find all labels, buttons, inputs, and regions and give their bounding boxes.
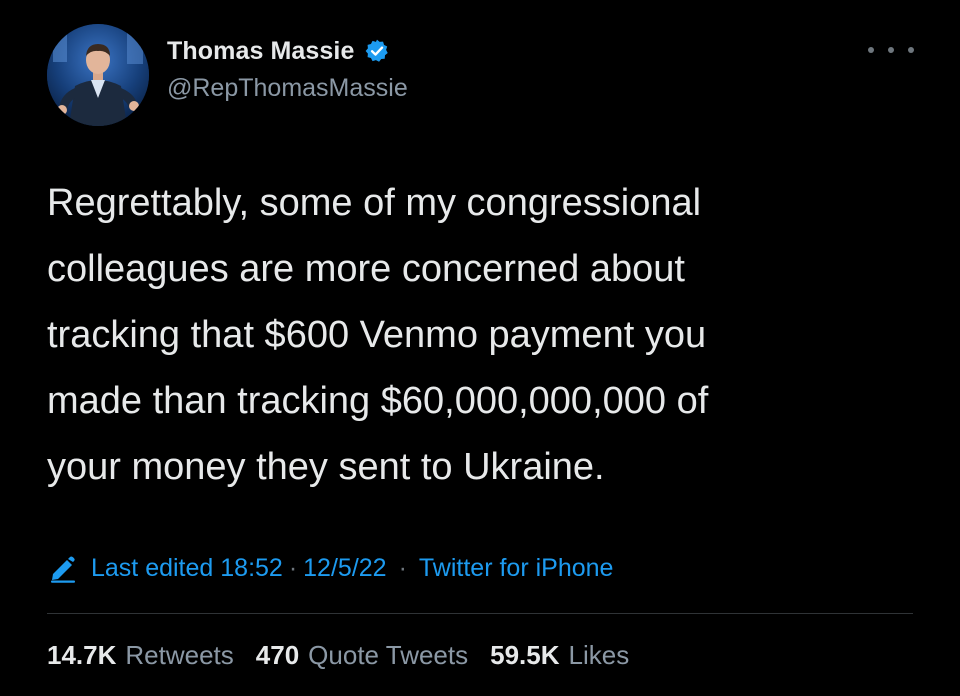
- likes-label: Likes: [568, 639, 630, 670]
- last-edited-link[interactable]: Last edited 18:52: [91, 554, 283, 583]
- tweet-detail: Thomas Massie @RepThomasMassie Regrettab…: [0, 0, 960, 696]
- retweets-stat[interactable]: 14.7K Retweets: [47, 640, 234, 671]
- likes-count: 59.5K: [490, 639, 560, 670]
- tweet-meta: Last edited 18:52 · 12/5/22 · Twitter fo…: [47, 548, 613, 588]
- verified-badge-icon: [364, 38, 390, 64]
- meta-separator: ·: [398, 553, 407, 582]
- tweet-stats: 14.7K Retweets 470 Quote Tweets 59.5K Li…: [47, 636, 651, 674]
- quote-tweets-count: 470: [255, 639, 300, 670]
- more-dot: [868, 47, 874, 53]
- author-display-name[interactable]: Thomas Massie: [167, 37, 354, 66]
- author-name-row[interactable]: Thomas Massie: [167, 34, 390, 68]
- retweets-count: 14.7K: [47, 639, 117, 670]
- avatar-image: [47, 24, 149, 126]
- tweet-source-link[interactable]: Twitter for iPhone: [419, 554, 614, 583]
- quote-tweets-stat[interactable]: 470 Quote Tweets: [256, 640, 468, 671]
- likes-stat[interactable]: 59.5K Likes: [490, 640, 629, 671]
- more-options-icon[interactable]: [868, 38, 914, 62]
- more-dot: [888, 47, 894, 53]
- author-handle[interactable]: @RepThomasMassie: [167, 74, 408, 103]
- retweets-label: Retweets: [125, 639, 234, 670]
- more-dot: [908, 47, 914, 53]
- tweet-text: Regrettably, some of my congressional co…: [47, 182, 709, 488]
- divider: [47, 613, 913, 614]
- quote-tweets-label: Quote Tweets: [308, 639, 469, 670]
- avatar[interactable]: [47, 24, 149, 126]
- tweet-date-link[interactable]: 12/5/22: [303, 554, 386, 583]
- pencil-edit-icon[interactable]: [47, 552, 79, 584]
- meta-separator: ·: [288, 553, 298, 582]
